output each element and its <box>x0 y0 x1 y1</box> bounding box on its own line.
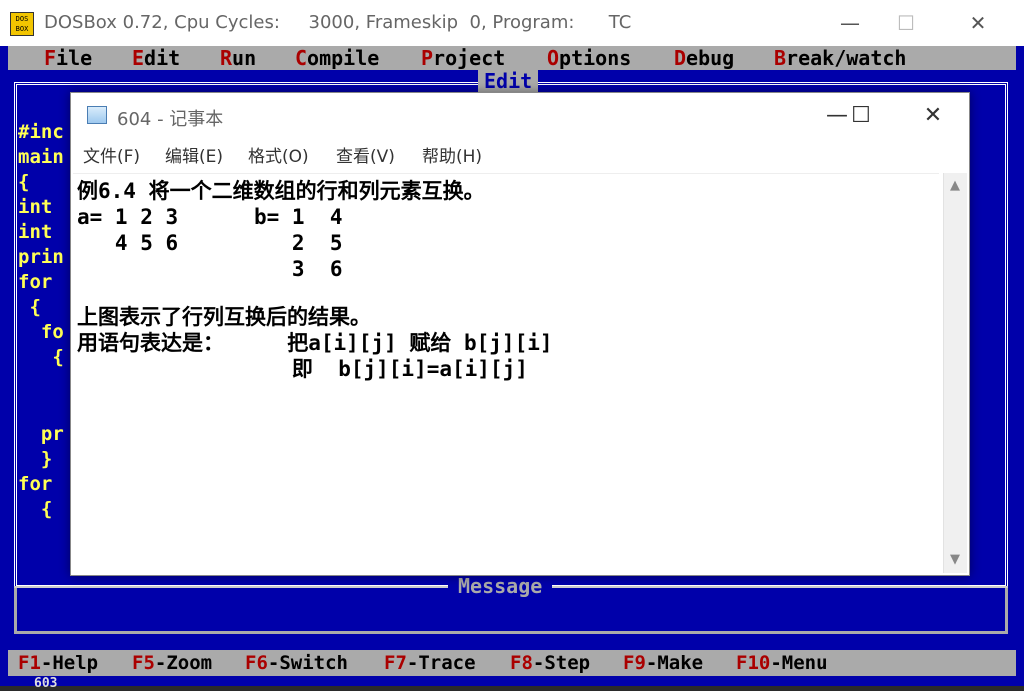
notepad-icon <box>87 106 107 124</box>
code-line[interactable]: } <box>18 447 52 472</box>
notepad-text-line: 即 b[j][i]=a[i][j] <box>77 357 528 381</box>
code-line[interactable]: { <box>18 345 63 370</box>
function-key-bar: F1-Help F5-Zoom F6-Switch F7-Trace F8-St… <box>8 650 1016 676</box>
notepad-menu-format[interactable]: 格式(O) <box>248 143 309 171</box>
notepad-text-line: a= 1 2 3 b= 1 4 <box>77 205 343 229</box>
code-line[interactable]: { <box>18 170 29 195</box>
notepad-titlebar[interactable]: 604 - 记事本 — ☐ ✕ <box>71 93 969 139</box>
code-line[interactable]: int <box>18 220 52 245</box>
notepad-window[interactable]: 604 - 记事本 — ☐ ✕ 文件(F) 编辑(E) 格式(O) 查看(V) … <box>70 92 970 576</box>
code-line[interactable]: pr <box>18 422 64 447</box>
tc-menu-bar: File Edit Run Compile Project Options De… <box>8 46 1016 70</box>
dosbox-window-title: DOSBox 0.72, Cpu Cycles: 3000, Frameskip… <box>44 12 632 33</box>
notepad-vertical-scrollbar[interactable]: ▲ ▼ <box>943 173 967 573</box>
notepad-window-title: 604 - 记事本 <box>117 109 224 130</box>
fkey-switch[interactable]: F6-Switch <box>245 650 348 676</box>
code-line[interactable]: prin <box>18 245 64 270</box>
notepad-menu-edit[interactable]: 编辑(E) <box>165 143 223 171</box>
dosbox-minimize-button[interactable]: — <box>830 8 870 38</box>
bottom-taskbar-text: 603 <box>34 676 58 691</box>
notepad-menu-file[interactable]: 文件(F) <box>83 143 140 171</box>
scroll-down-icon[interactable]: ▼ <box>944 549 966 571</box>
notepad-close-button[interactable]: ✕ <box>911 99 955 133</box>
code-line[interactable]: fo <box>18 320 64 345</box>
message-window-title: Message <box>448 574 553 598</box>
menu-run[interactable]: Run <box>220 46 256 70</box>
menu-options[interactable]: Options <box>547 46 631 70</box>
notepad-text-line: 4 5 6 2 5 <box>77 231 343 255</box>
fkey-zoom[interactable]: F5-Zoom <box>132 650 212 676</box>
code-line[interactable]: for <box>18 270 52 295</box>
notepad-menu-help[interactable]: 帮助(H) <box>422 143 482 171</box>
notepad-menu-view[interactable]: 查看(V) <box>336 143 395 171</box>
dosbox-close-button[interactable]: ✕ <box>958 8 998 38</box>
menu-file[interactable]: File <box>44 46 92 70</box>
code-line[interactable]: { <box>18 497 52 522</box>
fkey-menu[interactable]: F10-Menu <box>736 650 828 676</box>
menu-edit[interactable]: Edit <box>132 46 180 70</box>
dosbox-maximize-button[interactable]: ☐ <box>886 8 926 38</box>
notepad-text-line: 例6.4 将一个二维数组的行和列元素互换。 <box>77 179 485 203</box>
notepad-menu-bar: 文件(F) 编辑(E) 格式(O) 查看(V) 帮助(H) <box>71 143 969 171</box>
edit-window-title: Edit <box>478 70 539 92</box>
fkey-step[interactable]: F8-Step <box>510 650 590 676</box>
menu-compile[interactable]: Compile <box>295 46 379 70</box>
code-line[interactable]: for <box>18 472 52 497</box>
notepad-text-area[interactable]: 例6.4 将一个二维数组的行和列元素互换。 a= 1 2 3 b= 1 4 4 … <box>73 173 939 574</box>
menu-debug[interactable]: Debug <box>674 46 734 70</box>
scroll-up-icon[interactable]: ▲ <box>944 175 966 197</box>
fkey-make[interactable]: F9-Make <box>623 650 703 676</box>
code-line[interactable]: main <box>18 145 64 170</box>
fkey-trace[interactable]: F7-Trace <box>384 650 476 676</box>
notepad-text-line: 上图表示了行列互换后的结果。 <box>77 305 371 329</box>
code-line[interactable]: #inc <box>18 120 64 145</box>
menu-break-watch[interactable]: Break/watch <box>774 46 906 70</box>
code-line[interactable]: { <box>18 295 40 320</box>
menu-project[interactable]: Project <box>421 46 505 70</box>
notepad-text-line: 用语句表达是： 把a[i][j] 赋给 b[j][i] <box>77 331 553 355</box>
code-line[interactable]: int <box>18 195 52 220</box>
dosbox-app-icon: DOS BOX <box>10 12 34 36</box>
fkey-help[interactable]: F1-Help <box>18 650 98 676</box>
notepad-text-line: 3 6 <box>77 257 343 281</box>
notepad-maximize-button[interactable]: ☐ <box>839 99 883 133</box>
dosbox-titlebar[interactable]: DOS BOX DOSBox 0.72, Cpu Cycles: 3000, Fr… <box>0 0 1024 46</box>
